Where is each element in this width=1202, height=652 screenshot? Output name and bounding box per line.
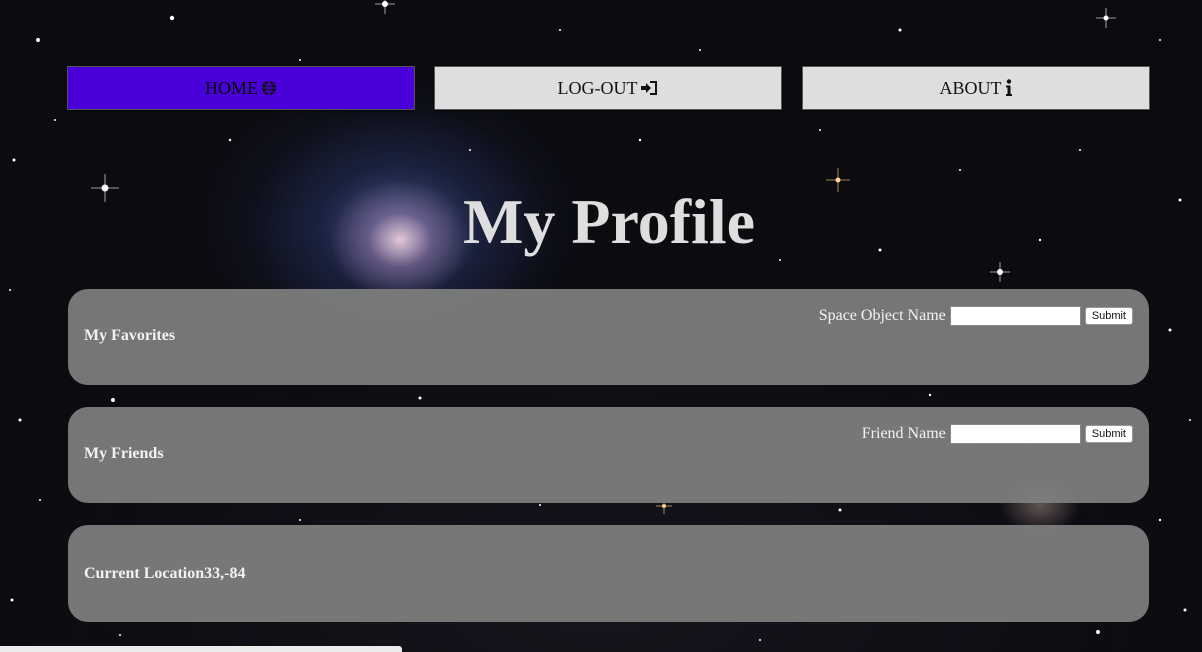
space-object-name-input[interactable] [949,306,1081,326]
logout-nav-button[interactable]: LOG-OUT [434,66,782,110]
page-title: My Profile [462,186,756,257]
friend-name-label: Friend Name [861,425,946,442]
friend-name-input[interactable] [949,424,1081,444]
friends-submit-button[interactable]: Submit [1084,425,1133,443]
space-object-name-label: Space Object Name [818,307,946,324]
about-nav-label: ABOUT [939,77,1002,98]
location-panel: Current Location33,-84 [68,525,1149,622]
globe-icon [261,80,277,96]
logout-nav-label: LOG-OUT [557,77,638,98]
friends-form: Friend Name Submit [862,424,1133,444]
browser-status-bar [0,646,402,652]
top-navigation: HOME LOG-OUT ABOUT [67,66,1150,110]
sign-in-icon [640,80,658,96]
favorites-heading: My Favorites [84,327,176,344]
home-nav-button[interactable]: HOME [67,66,415,110]
home-nav-label: HOME [205,77,258,98]
friends-heading: My Friends [84,445,164,462]
about-nav-button[interactable]: ABOUT [802,66,1150,110]
info-icon [1005,79,1013,97]
favorites-submit-button[interactable]: Submit [1084,307,1133,325]
friends-panel: My Friends Friend Name Submit [68,407,1149,503]
favorites-form: Space Object Name Submit [819,306,1133,326]
current-location-text: Current Location33,-84 [84,565,246,582]
favorites-panel: My Favorites Space Object Name Submit [68,289,1149,385]
